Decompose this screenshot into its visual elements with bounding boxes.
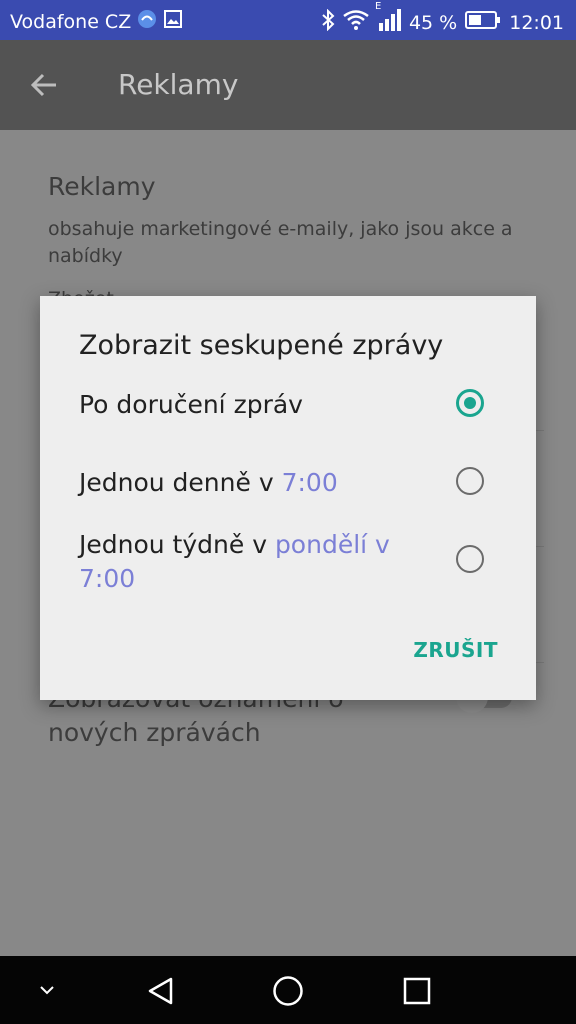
section-description: obsahuje marketingové e-maily, jako jsou… (48, 218, 513, 267)
chevron-down-icon[interactable] (38, 982, 56, 1001)
radio-selected[interactable] (456, 389, 484, 417)
clock: 12:01 (509, 11, 564, 34)
section-title: Reklamy (48, 172, 156, 201)
option-weekly[interactable]: Jednou týdně v pondělí v 7:00 (40, 528, 536, 598)
radio-unselected[interactable] (456, 545, 484, 573)
navigation-bar (0, 956, 576, 1024)
radio-unselected[interactable] (456, 467, 484, 495)
carrier-name: Vodafone CZ (10, 10, 132, 33)
time-link[interactable]: 7:00 (282, 468, 338, 497)
option-on-delivery[interactable]: Po doručení zpráv (40, 388, 536, 428)
grouped-messages-dialog: Zobrazit seskupené zprávy Po doručení zp… (40, 296, 536, 700)
cancel-button[interactable]: ZRUŠIT (413, 638, 498, 662)
cloud-sync-icon (137, 9, 157, 34)
app-bar: Reklamy (0, 40, 576, 130)
page-title: Reklamy (118, 68, 239, 101)
option-label: Jednou denně v 7:00 (79, 468, 338, 497)
bluetooth-icon (321, 8, 335, 36)
home-circle-icon[interactable] (272, 975, 304, 1011)
battery-icon (465, 11, 501, 34)
network-type-label: E (374, 1, 382, 12)
back-triangle-icon[interactable] (146, 976, 176, 1010)
status-bar: Vodafone CZ E 45 % 12:01 (0, 0, 576, 40)
option-label: Po doručení zpráv (79, 390, 303, 419)
battery-percent: 45 % (408, 11, 458, 34)
back-arrow-icon[interactable] (28, 68, 62, 102)
recents-square-icon[interactable] (402, 976, 432, 1010)
signal-icon: E (375, 1, 401, 36)
option-daily[interactable]: Jednou denně v 7:00 (40, 466, 536, 506)
gallery-icon (163, 9, 183, 34)
wifi-icon (343, 10, 369, 35)
dialog-title: Zobrazit seskupené zprávy (79, 330, 444, 361)
option-label: Jednou týdně v pondělí v 7:00 (79, 530, 390, 593)
